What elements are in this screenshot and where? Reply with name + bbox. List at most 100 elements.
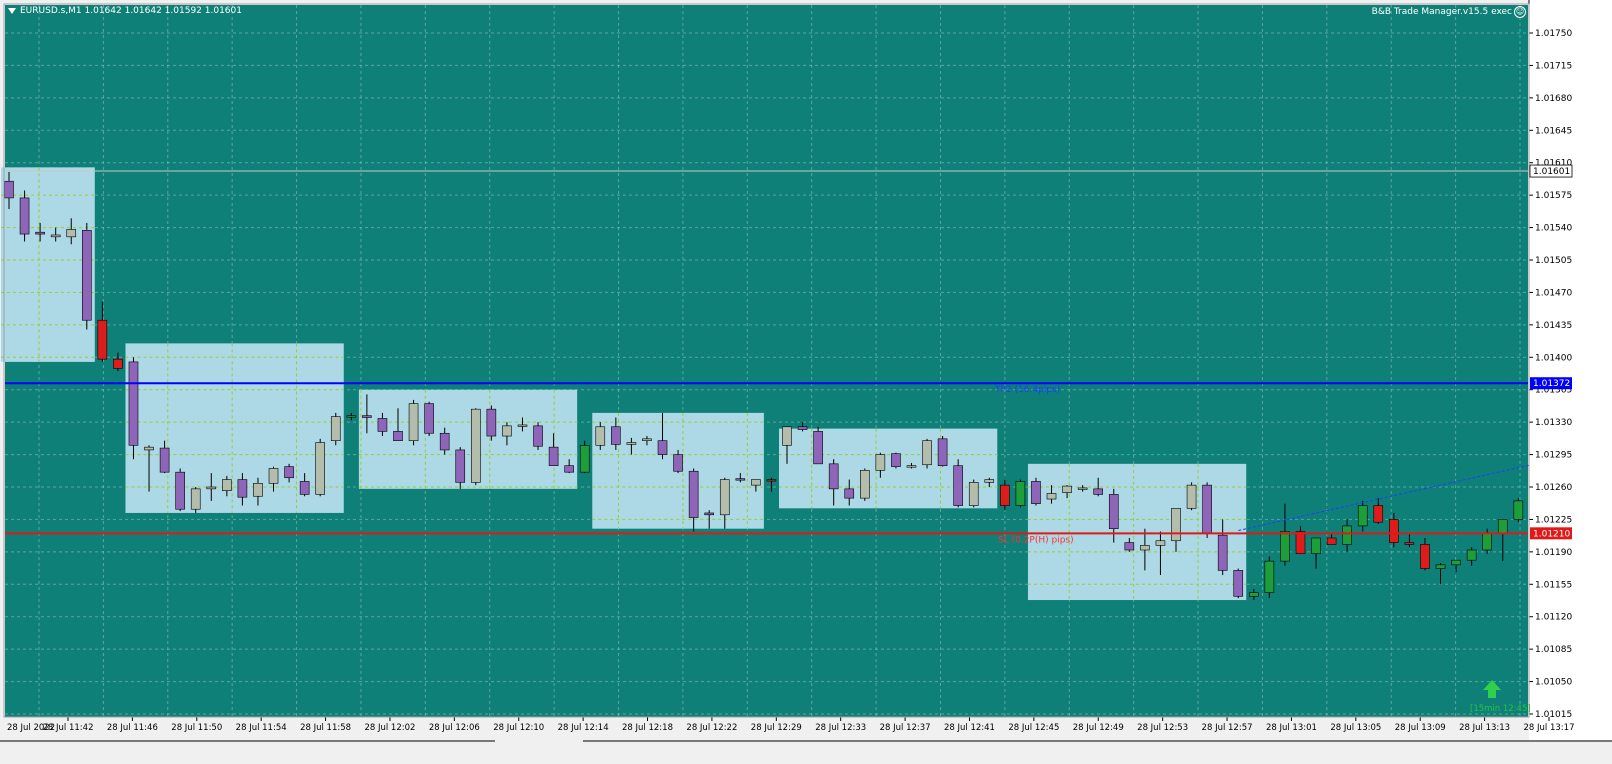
candle[interactable] bbox=[128, 357, 139, 460]
candle-body bbox=[704, 512, 715, 516]
candle-body bbox=[1451, 559, 1461, 566]
candle-body bbox=[922, 440, 932, 466]
candle-body bbox=[502, 425, 512, 437]
signal-label: [15min 12:45] bbox=[1470, 704, 1531, 714]
candle-body bbox=[113, 358, 123, 369]
candle-body bbox=[66, 229, 77, 238]
candle[interactable] bbox=[953, 459, 963, 508]
price-chart[interactable]: TP2 (16.4pips) SL (0.2P(H) pips) 1.01750 1… bbox=[0, 0, 1612, 764]
symbol-header[interactable]: EURUSD.s,M1 1.01642 1.01642 1.01592 1.01… bbox=[8, 6, 242, 16]
candle-body bbox=[1108, 494, 1119, 529]
time-tick-label: 28 Jul 12:29 bbox=[751, 723, 802, 733]
candle[interactable] bbox=[937, 436, 948, 467]
candle-body bbox=[315, 442, 326, 495]
candle[interactable] bbox=[891, 452, 901, 469]
time-tick-label: 28 Jul 12:49 bbox=[1073, 723, 1124, 733]
time-tick-label: 28 Jul 12:22 bbox=[686, 723, 737, 733]
candle[interactable] bbox=[408, 399, 419, 446]
candle-body bbox=[1186, 484, 1197, 509]
chart-window[interactable]: TP2 (16.4pips) SL (0.2P(H) pips) 1.01750 1… bbox=[0, 0, 1612, 764]
candle[interactable] bbox=[813, 426, 823, 465]
candle-body bbox=[1264, 560, 1275, 593]
candle[interactable] bbox=[175, 468, 185, 512]
candle[interactable] bbox=[533, 422, 543, 450]
price-tick-label: 1.01190 bbox=[1535, 548, 1572, 558]
time-tick-label: 28 Jul 12:37 bbox=[880, 723, 931, 733]
candle[interactable] bbox=[424, 401, 434, 437]
candle-body bbox=[1140, 545, 1150, 551]
candle[interactable] bbox=[1015, 479, 1026, 508]
candle[interactable] bbox=[1031, 477, 1041, 506]
candle-body bbox=[1295, 531, 1306, 555]
candle-body bbox=[688, 470, 699, 518]
candle-body bbox=[1482, 533, 1492, 551]
candle[interactable] bbox=[190, 487, 201, 513]
price-tick-label: 1.01120 bbox=[1535, 613, 1572, 623]
time-tick-label: 28 Jul 13:05 bbox=[1330, 723, 1381, 733]
expert-advisor-label[interactable]: B&B Trade Manager.v15.5 exec ☺ bbox=[1372, 6, 1526, 18]
candle-body bbox=[439, 432, 450, 451]
candle-body bbox=[1031, 481, 1041, 504]
candle-body bbox=[595, 426, 606, 446]
candle-body bbox=[1513, 500, 1524, 520]
candle-body bbox=[1233, 570, 1244, 597]
candle-body bbox=[486, 408, 497, 437]
candle-body bbox=[206, 486, 217, 490]
time-tick-label: 28 Jul 13:01 bbox=[1266, 723, 1317, 733]
candle-body bbox=[828, 463, 839, 490]
candle-body bbox=[782, 426, 792, 446]
candle-body bbox=[859, 470, 870, 499]
candle[interactable] bbox=[1186, 482, 1197, 511]
candle[interactable] bbox=[82, 222, 92, 330]
candle[interactable] bbox=[315, 438, 326, 497]
candle-body bbox=[1435, 564, 1446, 569]
candle-body bbox=[1497, 519, 1508, 534]
candle[interactable] bbox=[859, 468, 870, 501]
candle[interactable] bbox=[1202, 482, 1212, 538]
candle[interactable] bbox=[470, 408, 481, 486]
candle[interactable] bbox=[19, 190, 30, 242]
candle[interactable] bbox=[1233, 568, 1244, 599]
candle-body bbox=[937, 438, 948, 466]
time-tick-label: 28 Jul 13:13 bbox=[1459, 723, 1510, 733]
candle[interactable] bbox=[1264, 556, 1275, 599]
price-axis[interactable]: 1.017501.017151.016801.016451.016101.015… bbox=[1528, 0, 1612, 764]
time-tick-label: 28 Jul 12:14 bbox=[558, 723, 609, 733]
candle-body bbox=[237, 479, 248, 498]
candle[interactable] bbox=[1513, 498, 1524, 523]
price-tick-label: 1.01225 bbox=[1535, 515, 1572, 525]
tp-line-label: TP2 (16.4pips) bbox=[994, 385, 1060, 395]
candle-body bbox=[548, 446, 559, 466]
time-tick-label: 28 Jul 11:54 bbox=[236, 723, 287, 733]
price-tick-label: 1.01400 bbox=[1535, 353, 1572, 363]
candle-body bbox=[1373, 505, 1384, 523]
candle-body bbox=[362, 415, 372, 418]
candle-body bbox=[751, 479, 761, 486]
candle-body bbox=[657, 440, 668, 455]
candle-body bbox=[891, 453, 901, 467]
candle[interactable] bbox=[968, 479, 979, 508]
candle-body bbox=[346, 415, 357, 418]
candle[interactable] bbox=[330, 412, 341, 446]
candle-body bbox=[1171, 508, 1181, 542]
time-tick-label: 28 Jul 12:06 bbox=[429, 723, 480, 733]
sl-price-tag: 1.01210 bbox=[1533, 529, 1570, 539]
candle[interactable] bbox=[922, 438, 932, 469]
time-tick-label: 28 Jul 11:58 bbox=[300, 723, 351, 733]
candle-body bbox=[253, 482, 263, 497]
candle[interactable] bbox=[486, 405, 497, 441]
price-tick-label: 1.01015 bbox=[1535, 710, 1572, 720]
sl-line-label: SL (0.2P(H) pips) bbox=[998, 535, 1074, 545]
candle[interactable] bbox=[579, 440, 590, 474]
range-box bbox=[1, 167, 95, 362]
candle-body bbox=[1466, 549, 1477, 561]
price-tick-label: 1.01645 bbox=[1535, 126, 1572, 136]
time-tick-label: 28 Jul 11:42 bbox=[43, 723, 94, 733]
dropdown-triangle-icon[interactable] bbox=[8, 8, 16, 14]
candle-body bbox=[1404, 542, 1415, 545]
time-tick-label: 28 Jul 12:53 bbox=[1137, 723, 1188, 733]
candle[interactable] bbox=[455, 447, 466, 489]
price-tick-label: 1.01330 bbox=[1535, 418, 1572, 428]
candle-body bbox=[564, 465, 574, 473]
status-strip bbox=[0, 740, 1612, 764]
